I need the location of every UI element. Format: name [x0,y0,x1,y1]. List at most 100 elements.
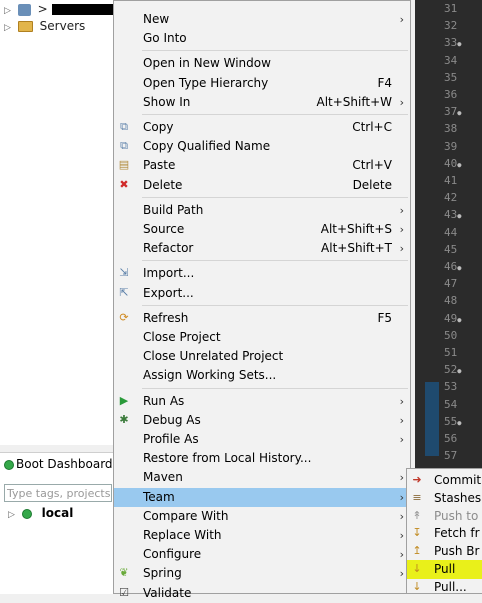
fold-marker-icon: ● [457,367,462,376]
paste-icon: ▤ [118,158,130,172]
checkbox-icon: ☑ [119,585,129,599]
menu-item-validate[interactable]: ☑ Validate [114,584,410,603]
menu-item-copy[interactable]: ⧉ Copy Ctrl+C [114,118,410,137]
copy-icon: ⧉ [120,120,128,133]
menu-item-shortcut: F5 [377,310,392,325]
menu-item-close-project[interactable]: Close Project [114,328,410,347]
line-number: 52● [444,363,462,377]
menu-item-shortcut: Alt+Shift+T [321,241,392,256]
menu-item-label: Debug As [143,412,201,427]
line-number: 35 [444,70,458,84]
menu-separator [142,114,408,115]
menu-separator [142,260,408,262]
menu-item-export[interactable]: ⇱ Export... [114,284,410,303]
pull-dialog-icon: ↓ [412,579,422,593]
menu-item-close-unrelated-project[interactable]: Close Unrelated Project [114,347,410,366]
submenu-arrow-icon: › [399,490,404,504]
menu-item-team[interactable]: Team › [114,487,410,507]
commit-icon: ➜ [412,473,422,486]
menu-item-compare-with[interactable]: Compare With › [114,507,410,526]
menu-item-run-as[interactable]: ▶ Run As › [114,392,410,411]
menu-item-configure[interactable]: Configure › [114,545,410,564]
run-icon: ▶ [119,393,129,407]
team-menu-item-pull[interactable]: ↓ Pull [407,560,482,579]
fold-marker-icon: ● [457,160,462,169]
expand-arrow-icon[interactable]: ▷ [4,19,14,37]
menu-separator [142,304,408,306]
project-icon [17,3,31,16]
expand-arrow-icon[interactable]: ▷ [8,510,18,520]
fetch-icon: ↧ [412,526,422,540]
team-menu-item-fetch-fr[interactable]: ↧ Fetch fr [407,524,482,543]
debug-icon: ✱ [119,412,129,426]
line-number: 36 [444,88,458,101]
menu-item-debug-as[interactable]: ✱ Debug As › [114,411,410,430]
menu-item-refresh[interactable]: ⟳ Refresh F5 [114,309,410,328]
servers-label: Servers [39,19,86,33]
submenu-arrow-icon: › [399,548,404,562]
team-submenu: ➜ Commit ≡ Stashes ↟ Push to ↧ Fetch fr ↥ Push Br… [406,468,482,594]
menu-item-spring[interactable]: ❦ Spring › [114,564,410,583]
menu-item-delete[interactable]: ✖ Delete Delete [114,176,410,195]
menu-item-label: Refresh [143,310,189,325]
menu-item-label: Close Unrelated Project [143,349,284,364]
menu-item-open-in-new-window[interactable]: Open in New Window [114,54,410,73]
menu-item-paste[interactable]: ▤ Paste Ctrl+V [114,156,410,175]
local-target-row[interactable]: ▷ local [8,506,73,520]
line-number: 39 [444,139,458,153]
menu-item-label: Replace With [143,528,222,542]
menu-item-label: Restore from Local History... [143,451,312,466]
menu-item-label: Spring [143,566,182,581]
menu-item-label: Copy [143,120,174,134]
menu-item-source[interactable]: Source Alt+Shift+S › [114,220,410,239]
submenu-arrow-icon: › [399,242,404,256]
submenu-arrow-icon: › [399,471,404,485]
menu-item-build-path[interactable]: Build Path › [114,201,410,220]
line-number: 48 [444,294,458,308]
pull-icon: ↓ [412,562,422,575]
team-menu-item-commit[interactable]: ➜ Commit [407,471,482,490]
team-menu-item-push-br[interactable]: ↥ Push Br [407,542,482,561]
project-tree-row[interactable]: ▷ > [4,0,122,18]
submenu-arrow-icon: › [399,529,404,542]
boot-dashboard-tab[interactable]: Boot Dashboard [0,452,121,477]
menu-item-assign-working-sets[interactable]: Assign Working Sets... [114,366,410,385]
menu-item-label: Maven [143,470,183,485]
boot-dashboard-icon [4,460,14,470]
menu-item-maven[interactable]: Maven › [114,468,410,487]
menu-item-copy-qualified-name[interactable]: ⧉ Copy Qualified Name [114,137,410,156]
local-target-icon [21,508,32,519]
menu-item-go-into[interactable]: Go Into [114,29,410,48]
menu-item-label: Compare With [143,508,229,523]
boot-dashboard-title: Boot Dashboard [16,457,113,471]
menu-item-shortcut: Delete [352,177,392,192]
tag-filter-input[interactable]: Type tags, projects, [4,484,112,502]
menu-item-replace-with[interactable]: Replace With › [114,526,410,545]
line-number: 37● [444,105,462,119]
menu-item-restore-from-local-history[interactable]: Restore from Local History... [114,449,410,468]
context-menu: New › Go Into Open in New Window Open Type H… [113,0,411,600]
team-menu-item-stashes[interactable]: ≡ Stashes [407,489,482,508]
menu-item-shortcut: Alt+Shift+W [316,94,393,109]
menu-item-new[interactable]: New › [114,10,410,29]
menu-item-refactor[interactable]: Refactor Alt+Shift+T › [114,239,410,258]
line-number: 45 [444,242,458,256]
menu-item-shortcut: Ctrl+C [352,120,392,134]
menu-item-show-in[interactable]: Show In Alt+Shift+W › [114,93,410,112]
line-number: 53 [444,380,458,394]
line-number: 57 [444,449,458,463]
line-number: 56 [444,432,458,445]
submenu-arrow-icon: › [399,413,404,427]
submenu-arrow-icon: › [399,394,404,408]
menu-item-profile-as[interactable]: Profile As › [114,430,410,449]
line-number: 34 [444,53,458,67]
menu-item-import[interactable]: ⇲ Import... [114,264,410,283]
menu-item-open-type-hierarchy[interactable]: Open Type Hierarchy F4 [114,74,410,93]
project-row-prefix: > [37,2,48,16]
line-number: 46● [444,260,462,273]
servers-tree-row[interactable]: ▷ Servers [4,17,85,35]
line-number: 33● [444,36,462,50]
submenu-arrow-icon: › [399,203,404,217]
fold-marker-icon: ● [457,315,462,324]
line-number: 32 [444,19,458,33]
